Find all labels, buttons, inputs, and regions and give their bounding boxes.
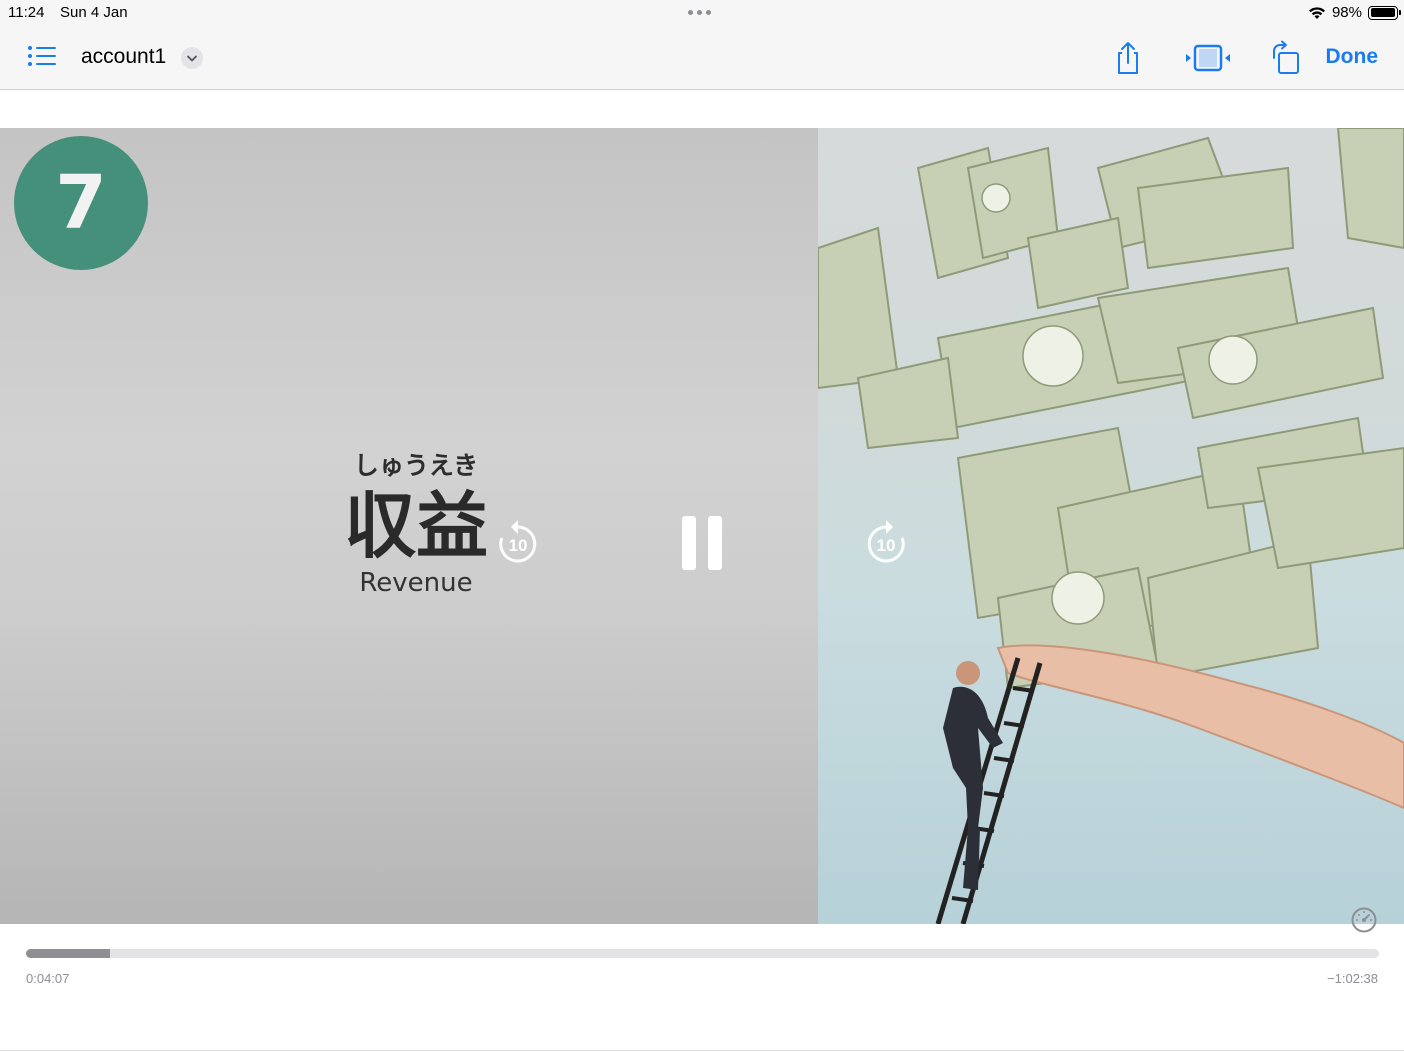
status-bar: 11:24 Sun 4 Jan 98% <box>0 0 1404 26</box>
skip-back-10-button[interactable]: 10 <box>496 519 540 567</box>
pause-button[interactable] <box>680 514 724 572</box>
furigana-text: しゅうえき <box>353 451 479 480</box>
remaining-time: −1:02:38 <box>1327 971 1378 986</box>
english-term: Revenue <box>359 568 473 598</box>
video-player[interactable]: 7 しゅうえき 収益 Revenue 10 10 <box>0 128 1404 924</box>
slide-number-badge: 7 <box>14 136 148 270</box>
share-icon[interactable] <box>1108 38 1148 78</box>
skip-forward-label: 10 <box>877 536 896 555</box>
status-date: Sun 4 Jan <box>60 4 128 21</box>
kanji-term: 収益 <box>343 484 488 568</box>
done-button[interactable]: Done <box>1326 45 1379 69</box>
bottom-divider <box>0 1050 1404 1051</box>
list-icon[interactable] <box>26 42 58 70</box>
battery-percent: 98% <box>1331 4 1362 21</box>
playback-speed-icon[interactable] <box>1350 906 1378 934</box>
wifi-icon <box>1308 6 1325 19</box>
elapsed-time: 0:04:07 <box>26 971 70 986</box>
rotate-icon[interactable] <box>1266 38 1306 78</box>
multitasking-dots-icon[interactable] <box>688 10 711 15</box>
picture-in-picture-icon[interactable] <box>1184 38 1232 78</box>
skip-forward-10-button[interactable]: 10 <box>864 519 908 567</box>
skip-back-label: 10 <box>509 536 528 555</box>
chevron-down-icon[interactable] <box>181 47 203 69</box>
status-time: 11:24 <box>8 4 45 21</box>
battery-icon <box>1368 5 1401 20</box>
playback-scrubber[interactable] <box>26 949 1379 958</box>
document-title[interactable]: account1 <box>81 45 166 69</box>
status-right: 98% <box>1308 4 1401 21</box>
navigation-bar: account1 Done <box>0 26 1404 90</box>
playback-progress-fill <box>26 949 110 958</box>
